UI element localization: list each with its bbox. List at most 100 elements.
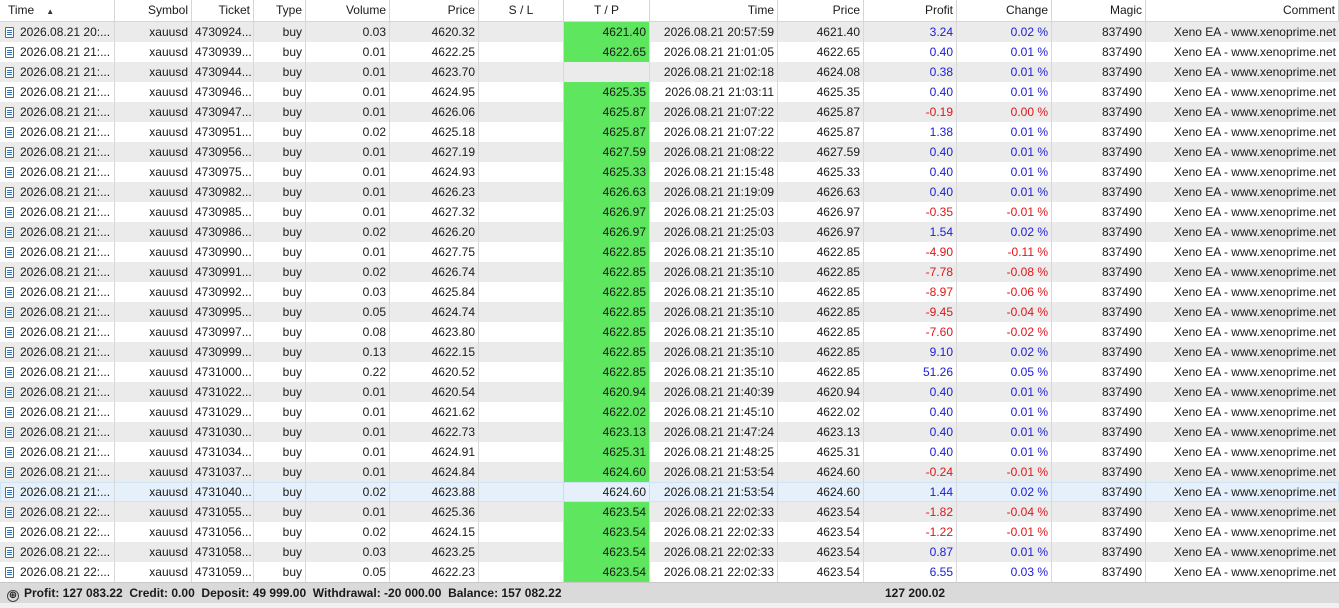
table-row[interactable]: 2026.08.21 21:... xauusd 4731000... buy 0.22…: [0, 362, 1339, 382]
table-row[interactable]: 2026.08.21 21:... xauusd 4730991... buy 0.02…: [0, 262, 1339, 282]
header-col-volume[interactable]: Volume: [306, 0, 390, 21]
table-row[interactable]: 2026.08.21 22:... xauusd 4731056... buy 0.02…: [0, 522, 1339, 542]
table-row[interactable]: 2026.08.21 21:... xauusd 4730990... buy 0.01…: [0, 242, 1339, 262]
header-col-symbol[interactable]: Symbol: [115, 0, 192, 21]
time-value: 2026.08.21 21:...: [20, 265, 111, 279]
table-row[interactable]: 2026.08.21 21:... xauusd 4730992... buy 0.03…: [0, 282, 1339, 302]
cell-ticket: 4731056...: [192, 522, 254, 542]
table-row[interactable]: 2026.08.21 21:... xauusd 4731022... buy 0.01…: [0, 382, 1339, 402]
header-col-magic[interactable]: Magic: [1052, 0, 1146, 21]
comment-value: Xeno EA - www.xenoprime.net: [1173, 25, 1336, 39]
close-time-value: 2026.08.21 21:35:10: [663, 265, 774, 279]
price-value: 4620.54: [431, 385, 475, 399]
table-row[interactable]: 2026.08.21 21:... xauusd 4730951... buy 0.02…: [0, 122, 1339, 142]
cell-volume: 0.01: [306, 102, 390, 122]
table-row[interactable]: 2026.08.21 21:... xauusd 4731029... buy 0.01…: [0, 402, 1339, 422]
cell-tp: 4625.87: [564, 122, 650, 142]
comment-value: Xeno EA - www.xenoprime.net: [1173, 245, 1336, 259]
cell-change: -0.02 %: [957, 322, 1052, 342]
header-col-price[interactable]: Price: [390, 0, 479, 21]
cell-comment: Xeno EA - www.xenoprime.net: [1146, 62, 1339, 82]
price-value: 4624.93: [431, 165, 475, 179]
table-row[interactable]: 2026.08.21 22:... xauusd 4731059... buy 0.05…: [0, 562, 1339, 582]
sort-ascending-icon: ▲: [46, 7, 55, 16]
table-row[interactable]: 2026.08.21 21:... xauusd 4730946... buy 0.01…: [0, 82, 1339, 102]
header-col-sl[interactable]: S / L: [479, 0, 564, 21]
type-value: buy: [282, 125, 302, 139]
cell-magic: 837490: [1052, 202, 1146, 222]
table-row[interactable]: 2026.08.21 22:... xauusd 4731055... buy 0.01…: [0, 502, 1339, 522]
table-row[interactable]: 2026.08.21 20:... xauusd 4730924... buy 0.03…: [0, 22, 1339, 42]
change-value: -0.02 %: [1006, 325, 1048, 339]
change-value: 0.02 %: [1010, 485, 1048, 499]
table-row[interactable]: 2026.08.21 21:... xauusd 4731034... buy 0.01…: [0, 442, 1339, 462]
table-row[interactable]: 2026.08.21 21:... xauusd 4730944... buy 0.01…: [0, 62, 1339, 82]
type-value: buy: [282, 465, 302, 479]
cell-close-price: 4624.08: [778, 62, 864, 82]
table-row[interactable]: 2026.08.21 21:... xauusd 4730999... buy 0.13…: [0, 342, 1339, 362]
type-value: buy: [282, 145, 302, 159]
table-row[interactable]: 2026.08.21 21:... xauusd 4730997... buy 0.08…: [0, 322, 1339, 342]
cell-profit: 1.44: [864, 482, 957, 502]
profit-value: 0.38: [929, 65, 953, 79]
header-col-ticket[interactable]: Ticket: [192, 0, 254, 21]
close-price-value: 4623.54: [816, 545, 860, 559]
cell-close-time: 2026.08.21 22:02:33: [650, 502, 778, 522]
cell-sl: [479, 502, 564, 522]
cell-time: 2026.08.21 20:...: [0, 22, 115, 42]
cell-price: 4623.25: [390, 542, 479, 562]
cell-magic: 837490: [1052, 302, 1146, 322]
cell-ticket: 4730995...: [192, 302, 254, 322]
close-price-value: 4622.02: [816, 405, 860, 419]
header-col-change[interactable]: Change: [957, 0, 1052, 21]
table-row[interactable]: 2026.08.21 21:... xauusd 4730939... buy 0.01…: [0, 42, 1339, 62]
cell-comment: Xeno EA - www.xenoprime.net: [1146, 202, 1339, 222]
cell-type: buy: [254, 502, 306, 522]
table-row[interactable]: 2026.08.21 21:... xauusd 4730985... buy 0.01…: [0, 202, 1339, 222]
time-value: 2026.08.21 21:...: [20, 445, 111, 459]
header-col-tp[interactable]: T / P: [564, 0, 650, 21]
table-row[interactable]: 2026.08.21 21:... xauusd 4730995... buy 0.05…: [0, 302, 1339, 322]
table-row[interactable]: 2026.08.21 21:... xauusd 4730956... buy 0.01…: [0, 142, 1339, 162]
header-col-comment[interactable]: Comment: [1146, 0, 1339, 21]
cell-close-price: 4623.54: [778, 562, 864, 582]
volume-value: 0.03: [362, 545, 386, 559]
cell-profit: -8.97: [864, 282, 957, 302]
cell-tp: 4622.85: [564, 302, 650, 322]
cell-symbol: xauusd: [115, 182, 192, 202]
cell-comment: Xeno EA - www.xenoprime.net: [1146, 482, 1339, 502]
profit-value: -7.78: [925, 265, 953, 279]
header-col-close-time[interactable]: Time: [650, 0, 778, 21]
table-row[interactable]: 2026.08.21 21:... xauusd 4731030... buy 0.01…: [0, 422, 1339, 442]
cell-volume: 0.05: [306, 562, 390, 582]
cell-time: 2026.08.21 21:...: [0, 102, 115, 122]
header-col-profit[interactable]: Profit: [864, 0, 957, 21]
header-col-time[interactable]: Time ▲: [0, 0, 115, 21]
cell-close-time: 2026.08.21 21:53:54: [650, 482, 778, 502]
table-row[interactable]: 2026.08.21 21:... xauusd 4731037... buy 0.01…: [0, 462, 1339, 482]
type-value: buy: [282, 65, 302, 79]
table-row[interactable]: 2026.08.21 21:... xauusd 4730982... buy 0.01…: [0, 182, 1339, 202]
table-row[interactable]: 2026.08.21 22:... xauusd 4731058... buy 0.03…: [0, 542, 1339, 562]
expand-plus-icon[interactable]: ⊕: [7, 590, 19, 602]
table-row[interactable]: 2026.08.21 21:... xauusd 4731040... buy 0.02…: [0, 482, 1339, 502]
cell-profit: -1.22: [864, 522, 957, 542]
cell-close-price: 4622.85: [778, 282, 864, 302]
price-value: 4624.95: [431, 85, 475, 99]
ticket-value: 4730990...: [195, 245, 252, 259]
cell-sl: [479, 102, 564, 122]
price-value: 4622.25: [431, 45, 475, 59]
cell-price: 4624.93: [390, 162, 479, 182]
type-value: buy: [282, 85, 302, 99]
cell-ticket: 4730944...: [192, 62, 254, 82]
profit-value: 1.54: [929, 225, 953, 239]
cell-tp: 4623.54: [564, 502, 650, 522]
header-col-close-price[interactable]: Price: [778, 0, 864, 21]
table-row[interactable]: 2026.08.21 21:... xauusd 4730947... buy 0.01…: [0, 102, 1339, 122]
cell-magic: 837490: [1052, 322, 1146, 342]
table-row[interactable]: 2026.08.21 21:... xauusd 4730975... buy 0.01…: [0, 162, 1339, 182]
header-col-type[interactable]: Type: [254, 0, 306, 21]
cell-tp: 4625.31: [564, 442, 650, 462]
cell-symbol: xauusd: [115, 342, 192, 362]
table-row[interactable]: 2026.08.21 21:... xauusd 4730986... buy 0.02…: [0, 222, 1339, 242]
